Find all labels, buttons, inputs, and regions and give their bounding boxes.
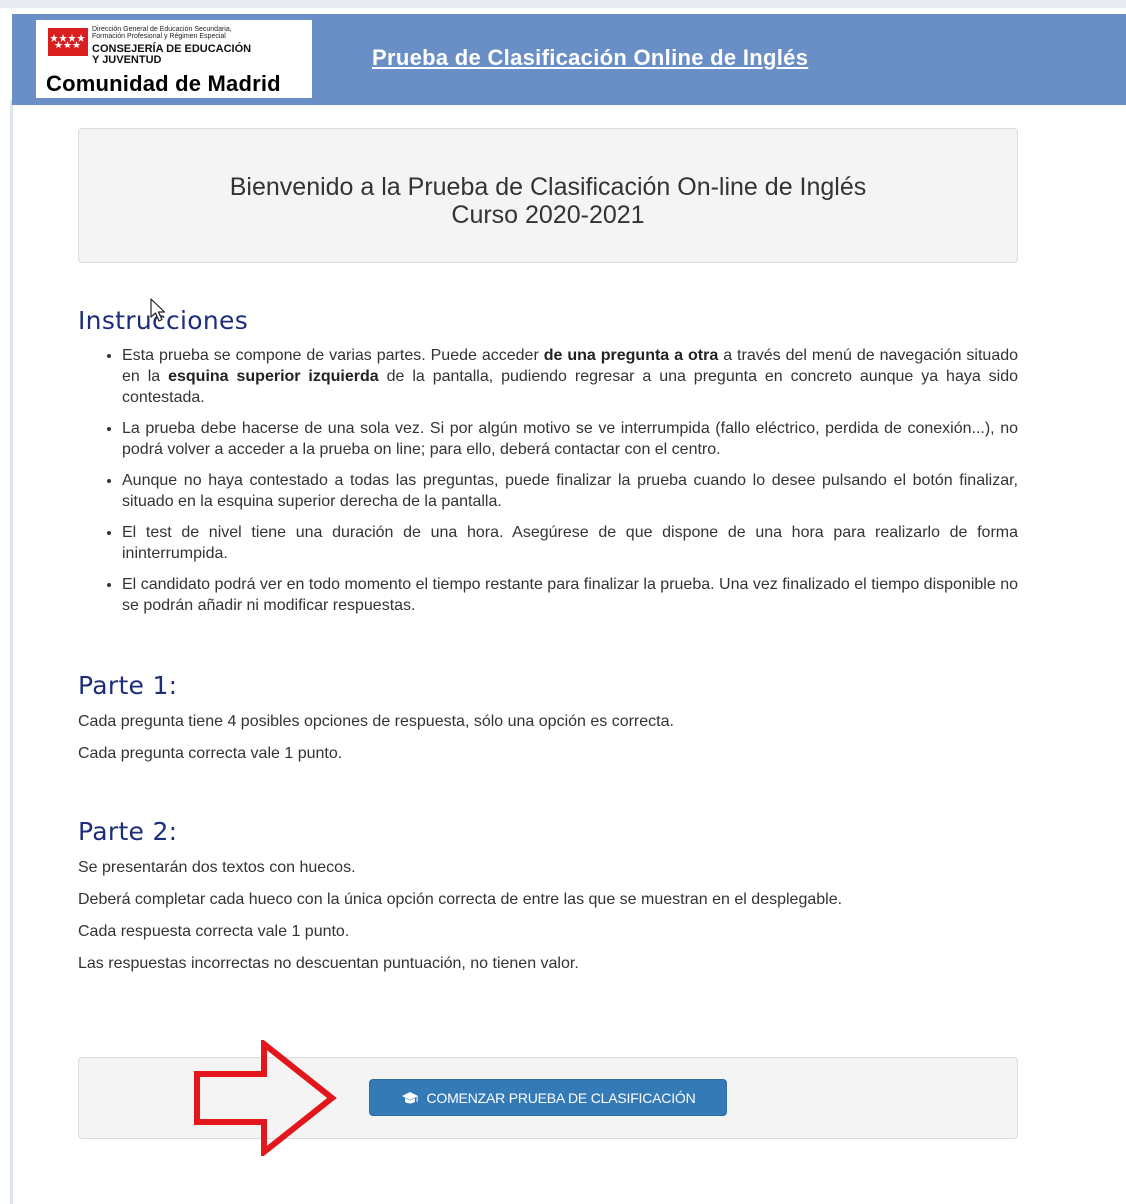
welcome-course: Curso 2020-2021 (451, 201, 645, 229)
parte1-line: Cada pregunta correcta vale 1 punto. (78, 745, 343, 762)
graduation-cap-icon (401, 1091, 418, 1103)
parte2-heading: Parte 2: (78, 817, 178, 846)
parte2-line: Cada respuesta correcta vale 1 punto. (78, 923, 350, 940)
instruction-text: Esta prueba se compone de varias partes.… (122, 347, 544, 364)
instruction-item: El test de nivel tiene una duración de u… (122, 522, 1018, 564)
comunidad-madrid-logo[interactable]: Dirección General de Educación Secundari… (36, 20, 312, 98)
instruction-item: Esta prueba se compone de varias partes.… (122, 345, 1018, 408)
instruction-item: El candidato podrá ver en todo momento e… (122, 574, 1018, 616)
mouse-cursor-icon (150, 298, 166, 322)
logo-comunidad-text: Comunidad de Madrid (46, 71, 281, 96)
madrid-flag-icon (48, 28, 88, 56)
instruction-item: La prueba debe hacerse de una sola vez. … (122, 418, 1018, 460)
logo-small-line-1: Dirección General de Educación Secundari… (92, 26, 232, 33)
instruction-item: Aunque no haya contestado a todas las pr… (122, 470, 1018, 512)
logo-consejeria-text: CONSEJERÍA DE EDUCACIÓN Y JUVENTUD (92, 44, 307, 66)
logo-consejeria-line-2: Y JUVENTUD (92, 54, 162, 66)
instruction-bold: de una pregunta a otra (543, 347, 719, 364)
parte2-line: Se presentarán dos textos con huecos. (78, 859, 356, 876)
instruction-bold: esquina superior izquierda (168, 368, 379, 385)
header-title-link[interactable]: Prueba de Clasificación Online de Inglés (372, 45, 808, 71)
parte2-line: Deberá completar cada hueco con la única… (78, 891, 843, 908)
logo-direccion-text: Dirección General de Educación Secundari… (92, 26, 307, 40)
left-border (10, 100, 13, 1204)
welcome-panel: Bienvenido a la Prueba de Clasificación … (78, 128, 1018, 263)
logo-small-line-2: Formación Profesional y Régimen Especial (92, 33, 226, 40)
parte2-line: Las respuestas incorrectas no descuentan… (78, 955, 579, 972)
start-test-button[interactable]: COMENZAR PRUEBA DE CLASIFICACIÓN (369, 1079, 727, 1116)
start-test-label: COMENZAR PRUEBA DE CLASIFICACIÓN (426, 1089, 696, 1106)
parte1-line: Cada pregunta tiene 4 posibles opciones … (78, 713, 674, 730)
welcome-title: Bienvenido a la Prueba de Clasificación … (229, 173, 867, 201)
red-arrow-icon (194, 1040, 337, 1156)
instructions-list: Esta prueba se compone de varias partes.… (78, 345, 1018, 626)
parte1-heading: Parte 1: (78, 671, 178, 700)
